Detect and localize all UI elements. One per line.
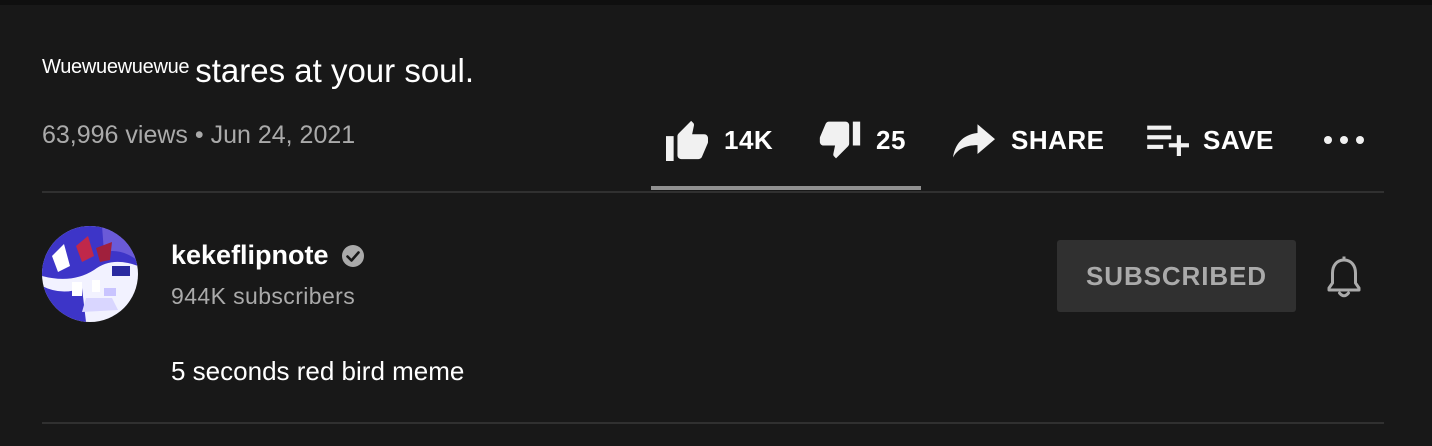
notification-bell-button[interactable] bbox=[1324, 256, 1364, 300]
save-label: SAVE bbox=[1203, 124, 1274, 155]
divider-bottom bbox=[42, 422, 1384, 424]
share-button[interactable]: SHARE bbox=[953, 112, 1105, 168]
more-actions-button[interactable] bbox=[1323, 112, 1365, 168]
video-title: Wuewuewuewue stares at your soul. bbox=[42, 52, 474, 90]
channel-name[interactable]: kekeflipnote bbox=[171, 240, 329, 271]
thumb-up-icon bbox=[666, 120, 708, 161]
share-label: SHARE bbox=[1011, 124, 1105, 155]
upload-date: Jun 24, 2021 bbox=[210, 121, 356, 149]
top-strip bbox=[0, 0, 1432, 5]
dislike-button[interactable]: 25 bbox=[818, 112, 906, 168]
subscriber-count: 944K subscribers bbox=[171, 283, 356, 309]
bell-icon bbox=[1327, 256, 1361, 298]
share-arrow-icon bbox=[953, 124, 995, 158]
title-main: stares at your soul. bbox=[195, 52, 475, 89]
like-ratio-bar bbox=[651, 186, 921, 190]
channel-name-row[interactable]: kekeflipnote bbox=[171, 240, 365, 271]
subscribed-button[interactable]: SUBSCRIBED bbox=[1057, 240, 1296, 312]
thumb-down-icon bbox=[819, 121, 861, 159]
more-horizontal-icon bbox=[1324, 136, 1364, 144]
title-prefix: Wuewuewuewue bbox=[42, 56, 190, 78]
divider-top bbox=[42, 191, 1384, 193]
channel-avatar[interactable] bbox=[42, 226, 138, 322]
video-meta: 63,996 views • Jun 24, 2021 bbox=[42, 121, 355, 150]
view-count: 63,996 views bbox=[42, 121, 188, 149]
like-count: 14K bbox=[724, 124, 774, 155]
dislike-count: 25 bbox=[876, 124, 906, 155]
meta-separator: • bbox=[194, 121, 204, 149]
video-description: 5 seconds red bird meme bbox=[171, 356, 465, 386]
playlist-add-icon bbox=[1147, 125, 1189, 156]
avatar-image bbox=[42, 226, 138, 322]
save-button[interactable]: SAVE bbox=[1147, 112, 1274, 168]
like-button[interactable]: 14K bbox=[664, 112, 773, 168]
verified-check-icon bbox=[341, 244, 365, 268]
